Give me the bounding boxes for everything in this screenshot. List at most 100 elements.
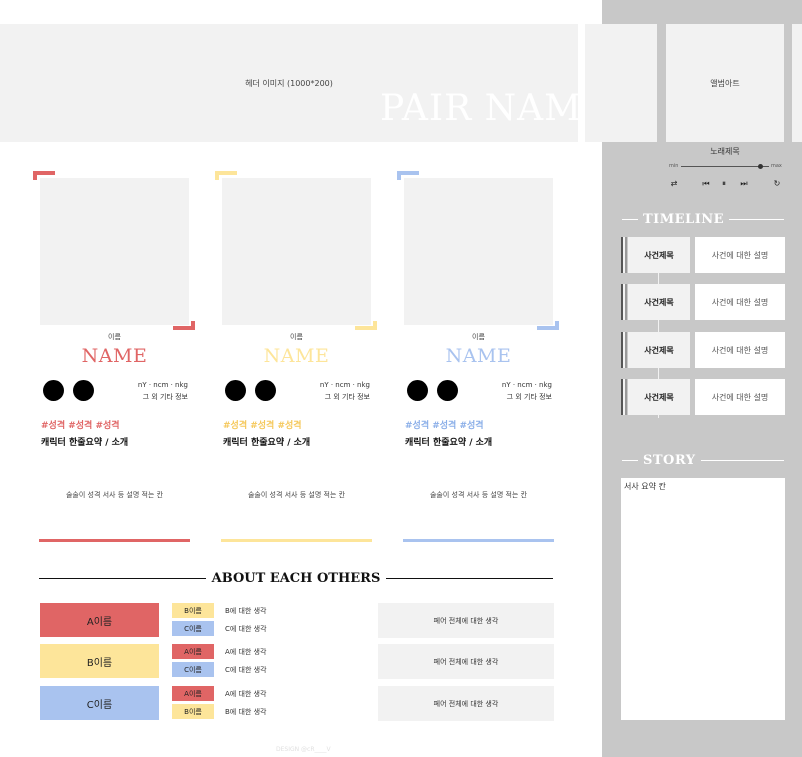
about-name-block: C이름 <box>40 686 159 720</box>
timeline-event-desc: 사건에 대한 설명 <box>695 284 785 320</box>
about-divider-right <box>386 578 553 579</box>
character-portrait <box>404 178 553 325</box>
character-desc: 술술이 성격 서사 등 설명 적는 칸 <box>65 491 164 499</box>
album-art: 앨범아트 <box>666 24 784 142</box>
about-opinion: B에 대한 생각 <box>225 607 267 615</box>
character-name: NAME <box>81 345 148 367</box>
character-label: 이름 <box>290 333 303 341</box>
about-opinion: B에 대한 생각 <box>225 708 267 716</box>
character-extra-info: 그 외 기타 정보 <box>142 393 188 401</box>
character-label: 이름 <box>108 333 121 341</box>
timeline-marker <box>621 379 627 415</box>
character-name: NAME <box>445 345 512 367</box>
about-chip: C이름 <box>172 621 214 636</box>
progress-track[interactable] <box>681 166 769 167</box>
character-dot <box>43 380 64 401</box>
timeline-event-desc: 사건에 대한 설명 <box>695 379 785 415</box>
timeline-event[interactable]: 사건제목 사건에 대한 설명 <box>621 237 785 273</box>
character-portrait <box>40 178 189 325</box>
character-tag-line: nY · ncm · nkg <box>501 381 552 389</box>
about-opinion: C에 대한 생각 <box>225 666 267 674</box>
story-divider-right <box>700 460 784 461</box>
character-dot <box>437 380 458 401</box>
timeline-marker <box>621 237 627 273</box>
character-oneline: 캐릭터 한줄요약 / 소개 <box>41 438 129 448</box>
design-credit: DESIGN @cR____V <box>276 746 331 753</box>
about-pair-thoughts: 페어 전체에 대한 생각 <box>378 686 554 721</box>
about-opinion: A에 대한 생각 <box>225 648 267 656</box>
character-tag-line: nY · ncm · nkg <box>319 381 370 389</box>
character-tags: nY · ncm · nkg 그 외 기타 정보 <box>472 379 552 403</box>
timeline-event-title: 사건제목 <box>628 284 690 320</box>
story-header: STORY <box>622 453 784 468</box>
about-chip: A이름 <box>172 644 214 659</box>
about-chip: C이름 <box>172 662 214 677</box>
character-card: 이름 NAME nY · ncm · nkg 그 외 기타 정보 #성격 #성격… <box>397 171 559 551</box>
character-underline <box>39 539 190 542</box>
about-opinion: A에 대한 생각 <box>225 690 267 698</box>
about-name-block: A이름 <box>40 603 159 637</box>
header-image-label: 헤더 이미지 (1000*200) <box>245 78 333 88</box>
timeline-divider-left <box>622 219 638 220</box>
character-tags: nY · ncm · nkg 그 외 기타 정보 <box>108 379 188 403</box>
story-summary: 서사 요약 칸 <box>624 482 666 491</box>
album-thumb-next[interactable] <box>792 24 802 142</box>
timeline-divider-right <box>729 219 784 220</box>
story-title: STORY <box>643 453 696 468</box>
about-header: ABOUT EACH OTHERS <box>39 571 553 586</box>
character-card: 이름 NAME nY · ncm · nkg 그 외 기타 정보 #성격 #성격… <box>33 171 195 551</box>
corner-accent <box>173 321 195 330</box>
timeline-event-desc: 사건에 대한 설명 <box>695 332 785 368</box>
pair-name-title: PAIR NAME <box>380 88 610 129</box>
character-tag-line: nY · ncm · nkg <box>137 381 188 389</box>
character-dot <box>225 380 246 401</box>
timeline-event[interactable]: 사건제목 사건에 대한 설명 <box>621 379 785 415</box>
about-chip: B이름 <box>172 603 214 618</box>
character-portrait <box>222 178 371 325</box>
character-extra-info: 그 외 기타 정보 <box>506 393 552 401</box>
timeline-event[interactable]: 사건제목 사건에 대한 설명 <box>621 332 785 368</box>
album-art-label: 앨범아트 <box>710 78 740 88</box>
repeat-icon[interactable]: ↻ <box>771 179 783 189</box>
character-desc: 술술이 성격 서사 등 설명 적는 칸 <box>247 491 346 499</box>
timeline-event-title: 사건제목 <box>628 379 690 415</box>
timeline-event-title: 사건제목 <box>628 237 690 273</box>
about-opinion: C에 대한 생각 <box>225 625 267 633</box>
next-icon[interactable]: ⏭ <box>738 179 750 189</box>
character-extra-info: 그 외 기타 정보 <box>324 393 370 401</box>
progress-max-label: max <box>771 163 782 169</box>
character-name: NAME <box>263 345 330 367</box>
timeline-title: TIMELINE <box>643 212 725 227</box>
character-underline <box>221 539 372 542</box>
timeline-marker <box>621 332 627 368</box>
corner-accent <box>537 321 559 330</box>
character-dot <box>255 380 276 401</box>
character-label: 이름 <box>472 333 485 341</box>
album-thumb-prev[interactable] <box>585 24 657 142</box>
previous-icon[interactable]: ⏮ <box>700 179 712 189</box>
about-title: ABOUT EACH OTHERS <box>211 571 381 586</box>
character-card: 이름 NAME nY · ncm · nkg 그 외 기타 정보 #성격 #성격… <box>215 171 377 551</box>
character-dot <box>73 380 94 401</box>
about-pair-thoughts: 페어 전체에 대한 생각 <box>378 603 554 638</box>
character-desc: 술술이 성격 서사 등 설명 적는 칸 <box>429 491 528 499</box>
character-underline <box>403 539 554 542</box>
corner-accent <box>355 321 377 330</box>
about-name-block: B이름 <box>40 644 159 678</box>
timeline-header: TIMELINE <box>622 212 784 227</box>
shuffle-icon[interactable]: ⇄ <box>668 179 680 189</box>
character-dot <box>407 380 428 401</box>
character-oneline: 캐릭터 한줄요약 / 소개 <box>223 438 311 448</box>
story-divider-left <box>622 460 638 461</box>
progress-min-label: min <box>669 163 679 169</box>
about-chip: A이름 <box>172 686 214 701</box>
timeline-event[interactable]: 사건제목 사건에 대한 설명 <box>621 284 785 320</box>
character-hashtags: #성격 #성격 #성격 <box>405 421 484 431</box>
pause-icon[interactable]: ⏸ <box>718 179 730 189</box>
about-divider-left <box>39 578 206 579</box>
character-tags: nY · ncm · nkg 그 외 기타 정보 <box>290 379 370 403</box>
timeline-event-title: 사건제목 <box>628 332 690 368</box>
character-oneline: 캐릭터 한줄요약 / 소개 <box>405 438 493 448</box>
character-hashtags: #성격 #성격 #성격 <box>41 421 120 431</box>
song-title: 노래제목 <box>710 147 740 156</box>
